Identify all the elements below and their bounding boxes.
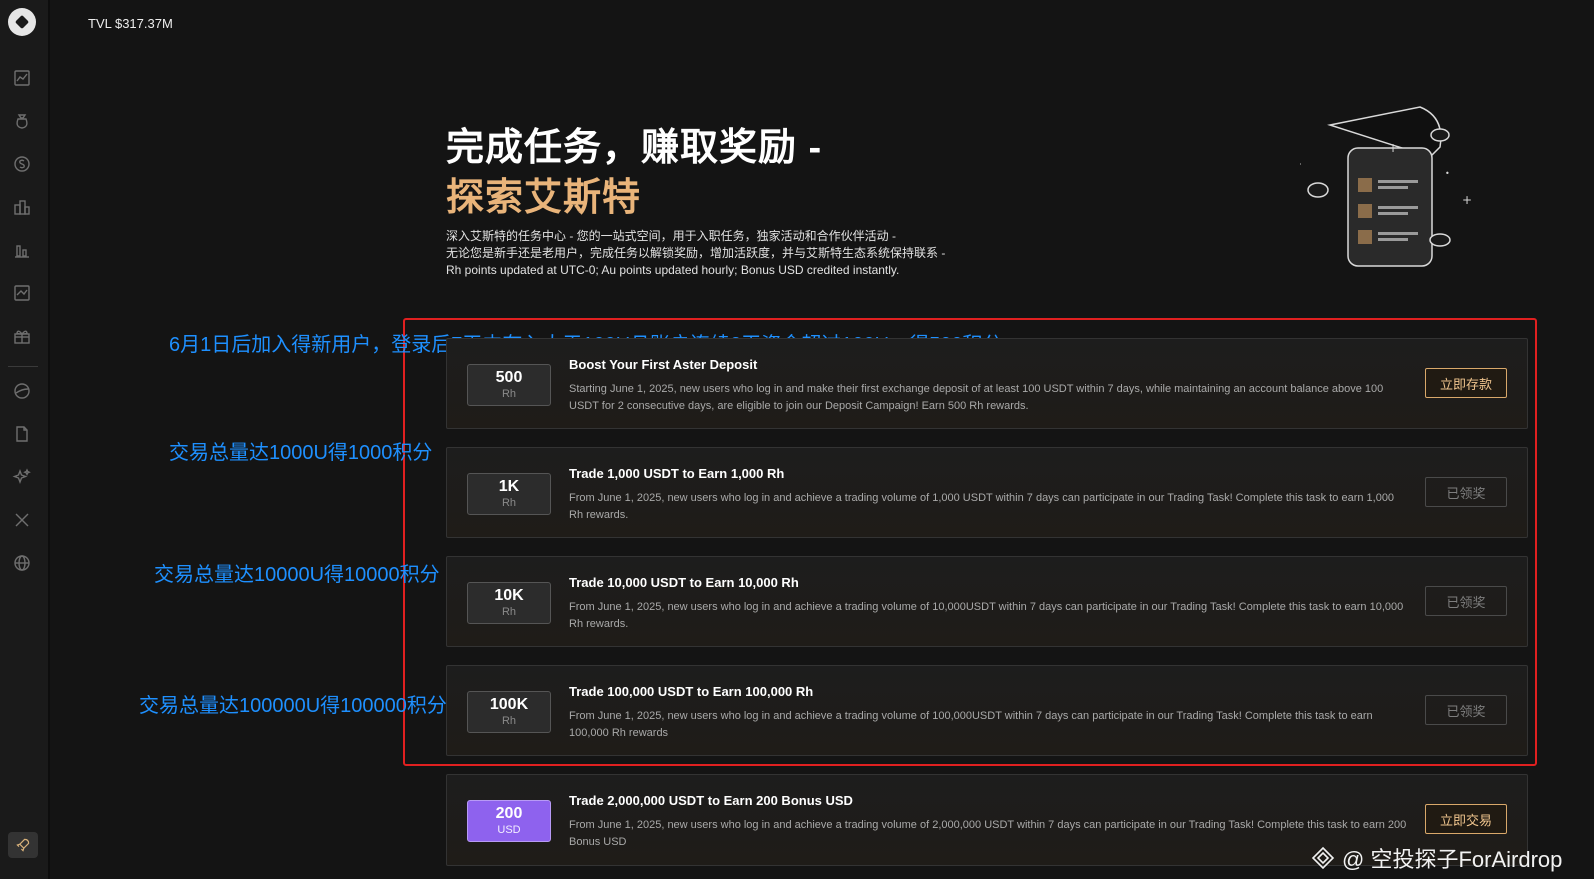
money-bag-icon[interactable] <box>12 111 32 131</box>
sparkle-icon[interactable] <box>12 467 32 487</box>
reward-value: 500 <box>495 369 523 386</box>
task-title: Trade 100,000 USDT to Earn 100,000 Rh <box>569 684 814 699</box>
svg-text:•: • <box>1445 169 1450 178</box>
reward-unit: Rh <box>501 715 517 727</box>
deposit-now-button[interactable]: 立即存款 <box>1425 368 1507 398</box>
tvl-label: TVL $317.37M <box>88 16 173 31</box>
reward-badge: 500 Rh <box>467 364 551 406</box>
reward-badge: 1K Rh <box>467 473 551 515</box>
trade-now-button[interactable]: 立即交易 <box>1425 804 1507 834</box>
hero-desc-line: 无论您是新手还是老用户，完成任务以解锁奖励，增加活跃度，并与艾斯特生态系统保持联… <box>446 246 946 260</box>
task-card-trade-100k: 100K Rh Trade 100,000 USDT to Earn 100,0… <box>446 665 1528 756</box>
sidebar <box>0 0 50 879</box>
page-subtitle: 探索艾斯特 <box>446 177 642 219</box>
task-card-deposit: 500 Rh Boost Your First Aster Deposit St… <box>446 338 1528 429</box>
reward-value: 1K <box>498 478 520 495</box>
claimed-button[interactable]: 已领奖 <box>1425 477 1507 507</box>
hero-desc-line: 深入艾斯特的任务中心 - 您的一站式空间，用于入职任务，独家活动和合作伙伴活动 … <box>446 229 896 243</box>
watermark: @ 空投探子ForAirdrop <box>1310 842 1562 874</box>
svg-text:+: + <box>1388 141 1398 155</box>
claimed-button[interactable]: 已领奖 <box>1425 586 1507 616</box>
rocket-icon[interactable] <box>8 832 38 858</box>
task-description: From June 1, 2025, new users who log in … <box>569 601 1404 630</box>
x-icon[interactable] <box>12 510 32 530</box>
reward-unit: Rh <box>501 388 517 400</box>
reward-value: 100K <box>489 696 529 713</box>
bar-chart-icon[interactable] <box>12 240 32 260</box>
reward-value: 200 <box>495 805 523 822</box>
watermark-text: @ 空投探子ForAirdrop <box>1342 847 1563 872</box>
task-card-trade-1k: 1K Rh Trade 1,000 USDT to Earn 1,000 Rh … <box>446 447 1528 538</box>
task-title: Trade 2,000,000 USDT to Earn 200 Bonus U… <box>569 793 853 808</box>
hero-desc-line: Rh points updated at UTC-0; Au points up… <box>446 263 900 277</box>
reward-unit: Rh <box>501 606 517 618</box>
dollar-icon[interactable] <box>12 154 32 174</box>
task-description: From June 1, 2025, new users who log in … <box>569 710 1373 739</box>
sidebar-divider <box>8 366 38 367</box>
svg-text:+: + <box>1300 157 1302 171</box>
reward-unit: Rh <box>501 497 517 509</box>
watermark-logo-icon <box>1311 846 1335 870</box>
task-card-trade-10k: 10K Rh Trade 10,000 USDT to Earn 10,000 … <box>446 556 1528 647</box>
annotation-trade-10k: 交易总量达10000U得10000积分 <box>154 564 440 586</box>
annotation-trade-1k: 交易总量达1000U得1000积分 <box>169 442 433 464</box>
svg-text:+: + <box>1462 193 1472 207</box>
reward-badge: 100K Rh <box>467 691 551 733</box>
task-description: From June 1, 2025, new users who log in … <box>569 492 1395 521</box>
reward-value: 10K <box>494 587 524 604</box>
task-description: Starting June 1, 2025, new users who log… <box>569 383 1384 412</box>
page-title: 完成任务，赚取奖励 - <box>446 127 823 169</box>
claimed-button[interactable]: 已领奖 <box>1425 695 1507 725</box>
task-description: From June 1, 2025, new users who log in … <box>569 819 1407 848</box>
phone-illustration: + + + • <box>1300 106 1472 267</box>
task-title: Trade 10,000 USDT to Earn 10,000 Rh <box>569 575 799 590</box>
buildings-icon[interactable] <box>12 197 32 217</box>
hero-description: 深入艾斯特的任务中心 - 您的一站式空间，用于入职任务，独家活动和合作伙伴活动 … <box>446 228 1046 279</box>
chart-icon[interactable] <box>12 68 32 88</box>
task-title: Boost Your First Aster Deposit <box>569 357 758 372</box>
trend-icon[interactable] <box>12 283 32 303</box>
reward-badge: 200 USD <box>467 800 551 842</box>
document-icon[interactable] <box>12 424 32 444</box>
logo-icon[interactable] <box>8 8 36 36</box>
task-title: Trade 1,000 USDT to Earn 1,000 Rh <box>569 466 785 481</box>
annotation-trade-100k: 交易总量达100000U得100000积分 <box>139 695 447 717</box>
reward-badge: 10K Rh <box>467 582 551 624</box>
reward-unit: USD <box>497 824 521 836</box>
pie-icon[interactable] <box>12 381 32 401</box>
gift-icon[interactable] <box>12 326 32 346</box>
globe-icon[interactable] <box>12 553 32 573</box>
